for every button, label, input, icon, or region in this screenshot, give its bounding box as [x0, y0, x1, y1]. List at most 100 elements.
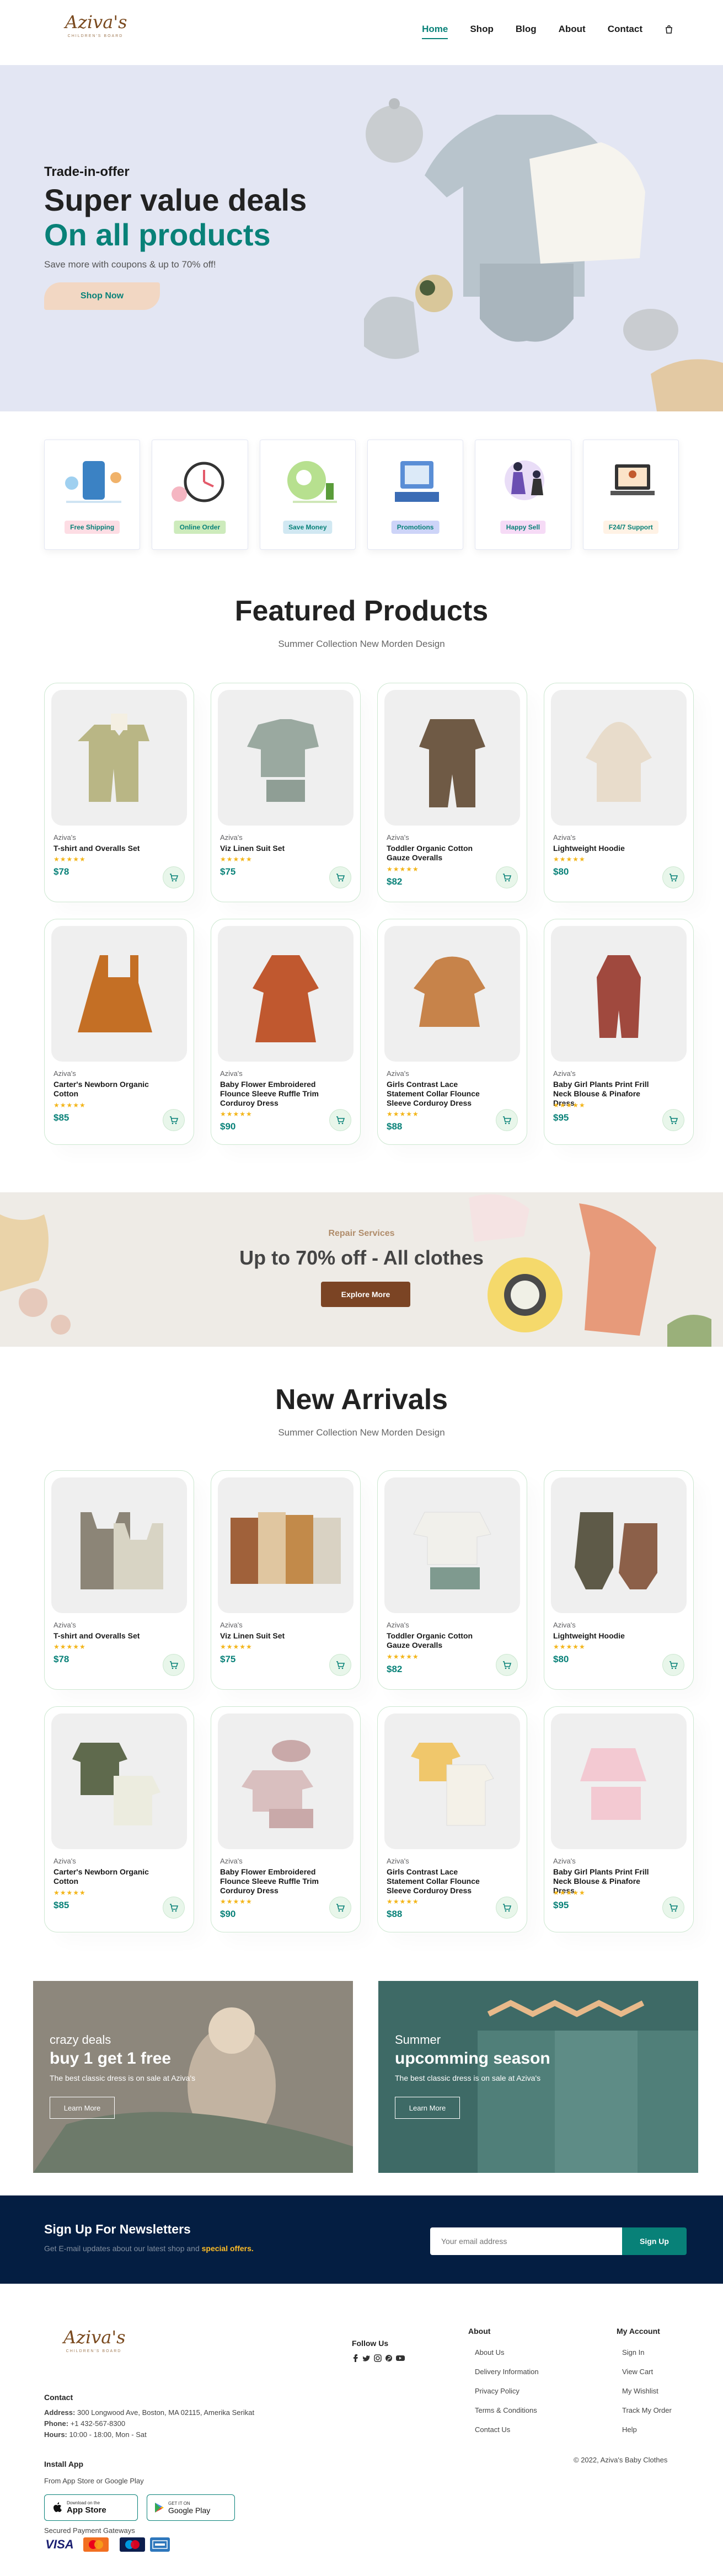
hours-label: Hours: — [44, 2430, 67, 2439]
footer-link-wishlist[interactable]: My Wishlist — [622, 2387, 658, 2395]
pinterest-icon[interactable] — [385, 2354, 393, 2362]
product-name[interactable]: Girls Contrast Lace Statement Collar Flo… — [387, 1867, 497, 1895]
product-name[interactable]: T-shirt and Overalls Set — [53, 1631, 164, 1641]
app-store-button[interactable]: Download on the App Store — [44, 2494, 138, 2521]
product-image[interactable] — [384, 690, 520, 826]
product-card[interactable]: Aziva's Girls Contrast Lace Statement Co… — [377, 1706, 527, 1932]
add-to-cart-icon[interactable] — [329, 866, 351, 888]
product-name[interactable]: Lightweight Hoodie — [553, 1631, 663, 1641]
product-image[interactable] — [218, 1713, 354, 1849]
footer-link-contact[interactable]: Contact Us — [475, 2425, 510, 2434]
explore-more-button[interactable]: Explore More — [321, 1282, 410, 1307]
youtube-icon[interactable] — [396, 2354, 405, 2362]
product-card[interactable]: Aziva's Baby Girl Plants Print Frill Nec… — [544, 1706, 694, 1932]
product-card[interactable]: Aziva's Carter's Newborn Organic Cotton … — [44, 1706, 194, 1932]
product-name[interactable]: Viz Linen Suit Set — [220, 844, 330, 853]
footer-link-delivery[interactable]: Delivery Information — [475, 2368, 539, 2376]
product-image[interactable] — [551, 1477, 687, 1613]
learn-more-button[interactable]: Learn More — [395, 2097, 460, 2119]
product-card[interactable]: Aziva's Toddler Organic Cotton Gauze Ove… — [377, 1470, 527, 1690]
footer-link-privacy[interactable]: Privacy Policy — [475, 2387, 520, 2395]
add-to-cart-icon[interactable] — [329, 1654, 351, 1676]
nav-home[interactable]: Home — [422, 24, 448, 39]
add-to-cart-icon[interactable] — [496, 1897, 518, 1919]
learn-more-button[interactable]: Learn More — [50, 2097, 115, 2119]
add-to-cart-icon[interactable] — [329, 1109, 351, 1131]
google-play-button[interactable]: GET IT ON Google Play — [147, 2494, 235, 2521]
product-price: $78 — [53, 1654, 69, 1664]
product-card[interactable]: Aziva's T-shirt and Overalls Set ★★★★★ $… — [44, 683, 194, 902]
product-image[interactable] — [551, 690, 687, 826]
product-image[interactable] — [51, 690, 187, 826]
product-brand: Aziva's — [220, 833, 243, 842]
nav-shop[interactable]: Shop — [470, 24, 494, 35]
contact-phone: Phone: +1 432-567-8300 — [44, 2418, 125, 2429]
add-to-cart-icon[interactable] — [329, 1897, 351, 1919]
product-image[interactable] — [218, 690, 354, 826]
featured-grid: Aziva's T-shirt and Overalls Set ★★★★★ $… — [44, 683, 694, 1145]
product-card[interactable]: Aziva's Lightweight Hoodie ★★★★★ $80 — [544, 1470, 694, 1690]
product-image[interactable] — [218, 926, 354, 1062]
footer-link-about-us[interactable]: About Us — [475, 2348, 504, 2357]
product-name[interactable]: Baby Flower Embroidered Flounce Sleeve R… — [220, 1867, 330, 1895]
product-image[interactable] — [384, 1477, 520, 1613]
product-card[interactable]: Aziva's Carter's Newborn Organic Cotton … — [44, 919, 194, 1145]
instagram-icon[interactable] — [374, 2354, 382, 2362]
product-brand: Aziva's — [553, 1069, 576, 1078]
add-to-cart-icon[interactable] — [662, 1654, 684, 1676]
add-to-cart-icon[interactable] — [496, 1109, 518, 1131]
product-card[interactable]: Aziva's Viz Linen Suit Set ★★★★★ $75 — [211, 683, 361, 902]
footer-link-track-order[interactable]: Track My Order — [622, 2406, 672, 2414]
product-name[interactable]: T-shirt and Overalls Set — [53, 844, 164, 853]
product-image[interactable] — [51, 1713, 187, 1849]
product-name[interactable]: Toddler Organic Cotton Gauze Overalls — [387, 844, 497, 863]
product-image[interactable] — [51, 926, 187, 1062]
add-to-cart-icon[interactable] — [163, 1109, 185, 1131]
product-card[interactable]: Aziva's Baby Flower Embroidered Flounce … — [211, 1706, 361, 1932]
product-card[interactable]: Aziva's Toddler Organic Cotton Gauze Ove… — [377, 683, 527, 902]
add-to-cart-icon[interactable] — [662, 866, 684, 888]
add-to-cart-icon[interactable] — [496, 1654, 518, 1676]
product-image[interactable] — [384, 1713, 520, 1849]
product-image[interactable] — [218, 1477, 354, 1613]
product-card[interactable]: Aziva's T-shirt and Overalls Set ★★★★★ $… — [44, 1470, 194, 1690]
product-card[interactable]: Aziva's Viz Linen Suit Set ★★★★★ $75 — [211, 1470, 361, 1690]
add-to-cart-icon[interactable] — [662, 1897, 684, 1919]
logo[interactable]: Aziva's CHILDREN'S BOARD — [65, 10, 127, 49]
facebook-icon[interactable] — [352, 2354, 360, 2362]
product-name[interactable]: Girls Contrast Lace Statement Collar Flo… — [387, 1080, 497, 1108]
footer-link-terms[interactable]: Terms & Conditions — [475, 2406, 537, 2414]
add-to-cart-icon[interactable] — [496, 866, 518, 888]
product-name[interactable]: Carter's Newborn Organic Cotton — [53, 1080, 164, 1099]
add-to-cart-icon[interactable] — [163, 1897, 185, 1919]
newsletter-text-highlight: special offers. — [201, 2244, 254, 2253]
product-card[interactable]: Aziva's Baby Girl Plants Print Frill Nec… — [544, 919, 694, 1145]
product-name[interactable]: Carter's Newborn Organic Cotton — [53, 1867, 164, 1886]
footer-link-help[interactable]: Help — [622, 2425, 637, 2434]
shopping-bag-icon[interactable] — [665, 25, 673, 34]
add-to-cart-icon[interactable] — [163, 1654, 185, 1676]
product-card[interactable]: Aziva's Baby Flower Embroidered Flounce … — [211, 919, 361, 1145]
footer-logo[interactable]: Aziva's CHILDREN'S BOARD — [63, 2325, 126, 2364]
add-to-cart-icon[interactable] — [163, 866, 185, 888]
product-name[interactable]: Lightweight Hoodie — [553, 844, 663, 853]
product-card[interactable]: Aziva's Girls Contrast Lace Statement Co… — [377, 919, 527, 1145]
product-image[interactable] — [551, 1713, 687, 1849]
product-image[interactable] — [384, 926, 520, 1062]
sign-up-button[interactable]: Sign Up — [622, 2227, 687, 2255]
product-name[interactable]: Toddler Organic Cotton Gauze Overalls — [387, 1631, 497, 1650]
nav-contact[interactable]: Contact — [608, 24, 642, 35]
shop-now-button[interactable]: Shop Now — [44, 282, 160, 310]
product-image[interactable] — [551, 926, 687, 1062]
product-card[interactable]: Aziva's Lightweight Hoodie ★★★★★ $80 — [544, 683, 694, 902]
add-to-cart-icon[interactable] — [662, 1109, 684, 1131]
footer-link-view-cart[interactable]: View Cart — [622, 2368, 653, 2376]
twitter-icon[interactable] — [363, 2354, 371, 2362]
newsletter-email-input[interactable] — [430, 2227, 623, 2255]
nav-about[interactable]: About — [559, 24, 586, 35]
product-name[interactable]: Viz Linen Suit Set — [220, 1631, 330, 1641]
footer-link-sign-in[interactable]: Sign In — [622, 2348, 644, 2357]
nav-blog[interactable]: Blog — [516, 24, 537, 35]
product-name[interactable]: Baby Flower Embroidered Flounce Sleeve R… — [220, 1080, 330, 1108]
product-image[interactable] — [51, 1477, 187, 1613]
